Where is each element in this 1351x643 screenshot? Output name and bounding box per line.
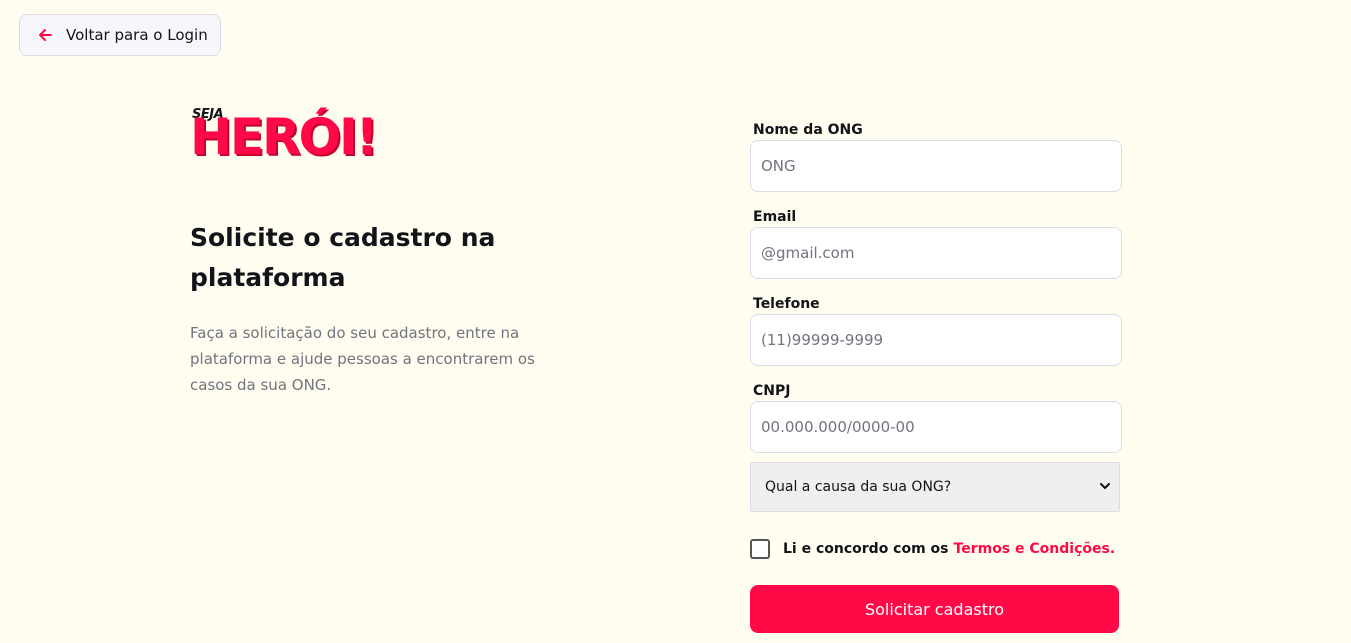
terms-link[interactable]: Termos e Condições.: [954, 541, 1116, 557]
page-title: Solicite o cadastro na plataforma: [190, 223, 496, 292]
ong-name-input[interactable]: [750, 140, 1122, 192]
submit-button[interactable]: Solicitar cadastro: [750, 585, 1119, 633]
back-to-login-button[interactable]: Voltar para o Login: [19, 14, 221, 56]
cnpj-label: CNPJ: [753, 383, 791, 399]
email-label: Email: [753, 209, 797, 225]
arrow-left-icon: [37, 27, 53, 43]
chevron-down-icon: [1099, 480, 1111, 492]
email-input[interactable]: [750, 227, 1122, 279]
logo-heroi-text: HERÓI!: [190, 108, 378, 166]
intro-section: SEJA HERÓI! Solicite o cadastro na plata…: [190, 100, 590, 394]
back-button-label: Voltar para o Login: [66, 26, 208, 44]
seja-heroi-logo: SEJA HERÓI!: [190, 100, 385, 172]
phone-label: Telefone: [753, 296, 820, 312]
ong-name-label: Nome da ONG: [753, 122, 863, 138]
phone-input[interactable]: [750, 314, 1122, 366]
cause-select-value: Qual a causa da sua ONG?: [765, 479, 952, 495]
terms-text: Li e concordo com os: [783, 541, 949, 557]
cause-select[interactable]: Qual a causa da sua ONG?: [750, 462, 1120, 512]
cnpj-input[interactable]: [750, 401, 1122, 453]
terms-checkbox[interactable]: [750, 539, 770, 559]
ong-registration-form: Nome da ONG Email Telefone CNPJ Qual a c…: [750, 120, 1122, 633]
page-description: Faça a solicitação do seu cadastro, entr…: [190, 324, 535, 394]
terms-agreement: Li e concordo com os Termos e Condições.: [750, 538, 1122, 560]
